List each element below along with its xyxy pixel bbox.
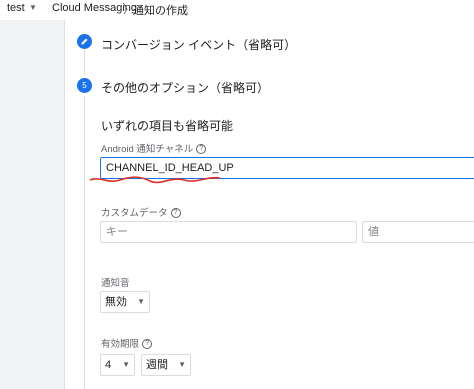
custom-data-label-text: カスタムデータ bbox=[101, 208, 168, 219]
sound-select-value: 無効 bbox=[105, 296, 127, 308]
red-annotation-underline bbox=[89, 176, 221, 184]
notification-sound-label: 通知音 bbox=[101, 278, 130, 289]
help-icon[interactable]: ? bbox=[170, 208, 181, 219]
step-number-badge: 5 bbox=[77, 78, 92, 93]
expiry-unit-value: 週間 bbox=[146, 359, 168, 371]
expiry-label-text: 有効期限 bbox=[101, 339, 140, 350]
expiry-number-select[interactable]: 4 ▼ bbox=[100, 354, 135, 376]
step-other-options-title[interactable]: その他のオプション（省略可） bbox=[101, 79, 269, 96]
custom-data-label: カスタムデータ? bbox=[101, 205, 181, 219]
expiry-unit-select[interactable]: 週間 ▼ bbox=[141, 354, 191, 376]
breadcrumb-current-page: 通知の作成 bbox=[133, 5, 188, 17]
expiry-label: 有効期限? bbox=[101, 336, 153, 350]
caret-down-icon: ▼ bbox=[122, 360, 130, 369]
custom-data-value-input[interactable]: 値 bbox=[362, 221, 474, 243]
project-selector[interactable]: test bbox=[7, 2, 25, 14]
custom-data-key-input[interactable]: キー bbox=[100, 221, 357, 243]
stepper-rail bbox=[84, 50, 85, 76]
caret-down-icon: ▼ bbox=[178, 360, 186, 369]
android-channel-label-text: Android 通知チャネル bbox=[101, 144, 194, 155]
stepper-rail bbox=[84, 96, 85, 389]
step-conversion-events-title[interactable]: コンバージョン イベント（省略可） bbox=[101, 36, 296, 53]
help-icon[interactable]: ? bbox=[142, 339, 153, 350]
expiry-number-value: 4 bbox=[105, 359, 112, 371]
left-panel bbox=[0, 20, 65, 389]
top-breadcrumb-bar: test ▼ Cloud Messaging 〉 通知の作成 bbox=[0, 0, 474, 20]
pencil-icon[interactable] bbox=[77, 34, 92, 49]
sound-select[interactable]: 無効 ▼ bbox=[100, 291, 150, 313]
android-channel-label: Android 通知チャネル? bbox=[101, 141, 207, 155]
help-icon[interactable]: ? bbox=[196, 144, 207, 155]
optional-heading: いずれの項目も省略可能 bbox=[101, 119, 234, 133]
caret-down-icon: ▼ bbox=[137, 297, 145, 306]
caret-down-icon[interactable]: ▼ bbox=[29, 3, 37, 12]
